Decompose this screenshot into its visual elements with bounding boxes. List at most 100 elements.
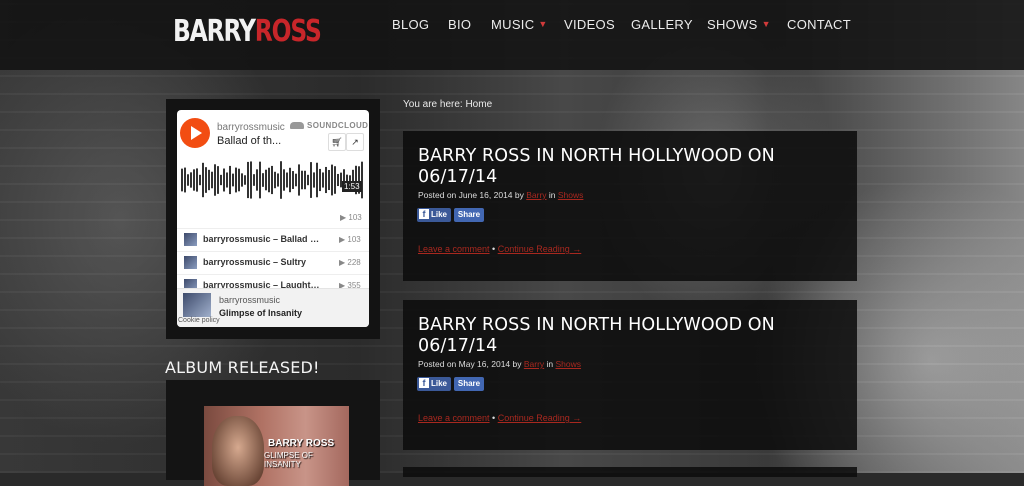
waveform-bar — [229, 165, 231, 195]
waveform-bar — [280, 161, 282, 199]
waveform-bar — [235, 167, 237, 193]
album-heading: ALBUM RELEASED! — [165, 358, 320, 377]
nav-item-gallery[interactable]: GALLERY — [631, 17, 693, 32]
like-label: Like — [431, 379, 448, 388]
leave-comment-link[interactable]: Leave a comment — [418, 413, 490, 423]
waveform-bar — [223, 168, 225, 192]
post-category-link[interactable]: Shows — [556, 359, 582, 369]
post-title[interactable]: BARRY ROSS IN NORTH HOLLYWOOD ON 06/17/1… — [418, 146, 838, 188]
share-icon[interactable]: ↗ — [346, 133, 364, 151]
waveform-bar — [226, 172, 228, 188]
waveform-bar — [322, 172, 324, 188]
waveform-bar — [220, 174, 222, 186]
waveform-bar — [268, 167, 270, 193]
continue-reading-link[interactable]: Continue Reading → — [498, 413, 582, 423]
facebook-icon: f — [419, 377, 429, 388]
waveform-bar — [304, 170, 306, 190]
post-date: Posted on May 16, 2014 by — [418, 359, 524, 369]
play-icon[interactable] — [180, 118, 210, 148]
main-nav: BLOG BIO MUSIC ▼ VIDEOS GALLERY SHOWS ▼ CO… — [0, 17, 1024, 37]
chevron-down-icon: ▼ — [761, 19, 771, 29]
waveform-bar — [325, 166, 327, 194]
playlist-item-title: barryrossmusic – Sultry — [203, 257, 307, 267]
post-author-link[interactable]: Barry — [526, 190, 546, 200]
waveform-bar — [283, 169, 285, 191]
post-title[interactable]: BARRY ROSS IN NORTH HOLLYWOOD ON 06/17/1… — [418, 315, 838, 357]
waveform-bar — [262, 173, 264, 187]
nav-item-bio[interactable]: BIO — [448, 17, 471, 32]
track-duration: 1:53 — [342, 181, 362, 192]
waveform-bar — [241, 173, 243, 187]
facebook-icon: f — [419, 208, 429, 219]
post-category-link[interactable]: Shows — [558, 190, 584, 200]
waveform-bar — [232, 173, 234, 187]
soundcloud-brand-label: SOUNDCLOUD — [307, 121, 369, 130]
playlist-item-plays-value: 228 — [347, 258, 361, 267]
post-author-link[interactable]: Barry — [524, 359, 544, 369]
facebook-share-button[interactable]: Share — [454, 208, 484, 222]
playlist-item-plays-value: 103 — [347, 235, 361, 244]
waveform-bar — [217, 166, 219, 194]
nav-item-blog[interactable]: BLOG — [392, 17, 429, 32]
waveform-bar — [331, 164, 333, 196]
waveform-bar — [247, 161, 249, 199]
blog-post: BARRY ROSS IN NORTH HOLLYWOOD ON 06/17/1… — [403, 131, 857, 281]
soundcloud-user[interactable]: barryrossmusic — [217, 122, 285, 133]
waveform-bar — [214, 164, 216, 196]
waveform-bar — [337, 173, 339, 187]
waveform-bar — [328, 169, 330, 191]
waveform-bar — [295, 173, 297, 187]
waveform-bar — [265, 169, 267, 191]
soundcloud-track-title[interactable]: Ballad of th... — [217, 135, 281, 147]
track-thumbnail — [184, 233, 197, 246]
nav-item-music[interactable]: MUSIC ▼ — [491, 17, 548, 32]
playlist-item[interactable]: barryrossmusic – Ballad o... ▶ 103 — [177, 228, 369, 251]
soundcloud-logo[interactable]: SOUNDCLOUD — [290, 121, 368, 130]
footer-album: Glimpse of Insanity — [219, 308, 303, 318]
waveform-bar — [190, 172, 192, 188]
album-thumbnail — [183, 293, 211, 317]
continue-reading-link[interactable]: Continue Reading → — [498, 244, 582, 254]
track-thumbnail — [184, 256, 197, 269]
artist-photo — [212, 416, 264, 486]
facebook-like-button[interactable]: f Like — [417, 377, 451, 391]
waveform-bar — [298, 164, 300, 196]
waveform-bar — [253, 174, 255, 186]
cookie-policy-link[interactable]: Cookie policy — [178, 317, 220, 324]
cart-icon[interactable]: 🛒︎ — [328, 133, 346, 151]
blog-post-partial — [403, 467, 857, 477]
facebook-share-button[interactable]: Share — [454, 377, 484, 391]
album-subtitle: GLIMPSE OF INSANITY — [264, 451, 313, 469]
post-meta: Posted on May 16, 2014 by Barry in Shows — [418, 359, 581, 369]
post-meta-in: in — [546, 190, 558, 200]
nav-item-shows-label: SHOWS — [707, 17, 758, 32]
post-links: Leave a comment • Continue Reading → — [418, 244, 581, 254]
link-separator: • — [489, 413, 498, 423]
soundcloud-player: barryrossmusic Ballad of th... SOUNDCLOU… — [177, 110, 369, 327]
waveform-bar — [316, 162, 318, 198]
waveform-bar — [244, 175, 246, 185]
album-cover[interactable]: BARRY ROSS GLIMPSE OF INSANITY — [204, 406, 349, 486]
facebook-like-button[interactable]: f Like — [417, 208, 451, 222]
waveform-bar — [259, 161, 261, 199]
playlist-item-plays: ▶ 103 — [339, 235, 361, 244]
waveform[interactable] — [181, 160, 365, 200]
leave-comment-link[interactable]: Leave a comment — [418, 244, 490, 254]
playlist-item[interactable]: barryrossmusic – Sultry ▶ 228 — [177, 251, 369, 274]
nav-item-videos[interactable]: VIDEOS — [564, 17, 615, 32]
link-separator: • — [489, 244, 498, 254]
waveform-bar — [292, 171, 294, 189]
nav-item-contact[interactable]: CONTACT — [787, 17, 851, 32]
playlist-item-plays: ▶ 228 — [339, 258, 361, 267]
waveform-bar — [319, 168, 321, 192]
waveform-bar — [361, 161, 363, 199]
play-count-value: 103 — [348, 213, 362, 222]
waveform-bar — [199, 174, 201, 186]
waveform-bar — [271, 165, 273, 195]
footer-user: barryrossmusic — [219, 295, 281, 305]
nav-item-shows[interactable]: SHOWS ▼ — [707, 17, 771, 32]
waveform-bar — [211, 171, 213, 189]
waveform-bar — [286, 172, 288, 188]
waveform-bar — [202, 162, 204, 198]
waveform-bar — [193, 169, 195, 191]
